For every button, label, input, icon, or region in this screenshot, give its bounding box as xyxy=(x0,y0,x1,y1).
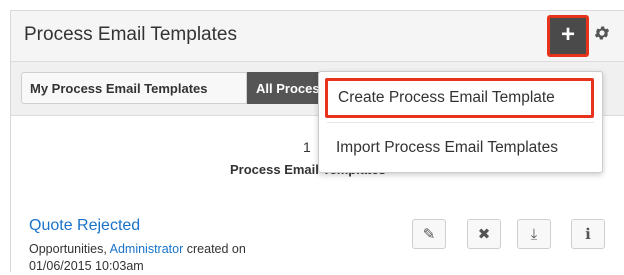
record-user-link[interactable]: Administrator xyxy=(110,242,184,256)
add-dropdown-menu: Create Process Email Template Import Pro… xyxy=(318,71,603,173)
edit-button[interactable]: ✎ xyxy=(412,219,446,249)
menu-item-create-template[interactable]: Create Process Email Template xyxy=(325,78,594,118)
gear-icon-graphic xyxy=(594,26,610,40)
record-count: 1 xyxy=(303,139,311,155)
record-created-label: created on xyxy=(186,242,246,256)
delete-button[interactable]: ✖ xyxy=(467,219,501,249)
gear-icon[interactable] xyxy=(593,24,611,46)
download-button[interactable]: ⤓ xyxy=(517,219,551,249)
tab-my-templates[interactable]: My Process Email Templates xyxy=(21,72,247,104)
pencil-icon: ✎ xyxy=(422,226,436,243)
record-module: Opportunities, xyxy=(29,242,107,256)
menu-divider xyxy=(327,122,594,123)
menu-item-import-templates[interactable]: Import Process Email Templates xyxy=(319,128,602,168)
info-button[interactable]: ℹ xyxy=(571,219,605,249)
info-icon: ℹ xyxy=(585,226,591,243)
process-email-templates-dashlet: Process Email Templates + My Process Ema… xyxy=(10,10,624,275)
dashlet-title: Process Email Templates xyxy=(24,24,237,45)
add-button[interactable]: + xyxy=(547,15,589,57)
record-meta: Opportunities, Administrator created on … xyxy=(29,241,329,275)
dashlet-header: Process Email Templates + xyxy=(11,11,624,62)
download-icon: ⤓ xyxy=(530,226,538,243)
record-title-link[interactable]: Quote Rejected xyxy=(29,217,140,235)
close-icon: ✖ xyxy=(477,226,491,243)
